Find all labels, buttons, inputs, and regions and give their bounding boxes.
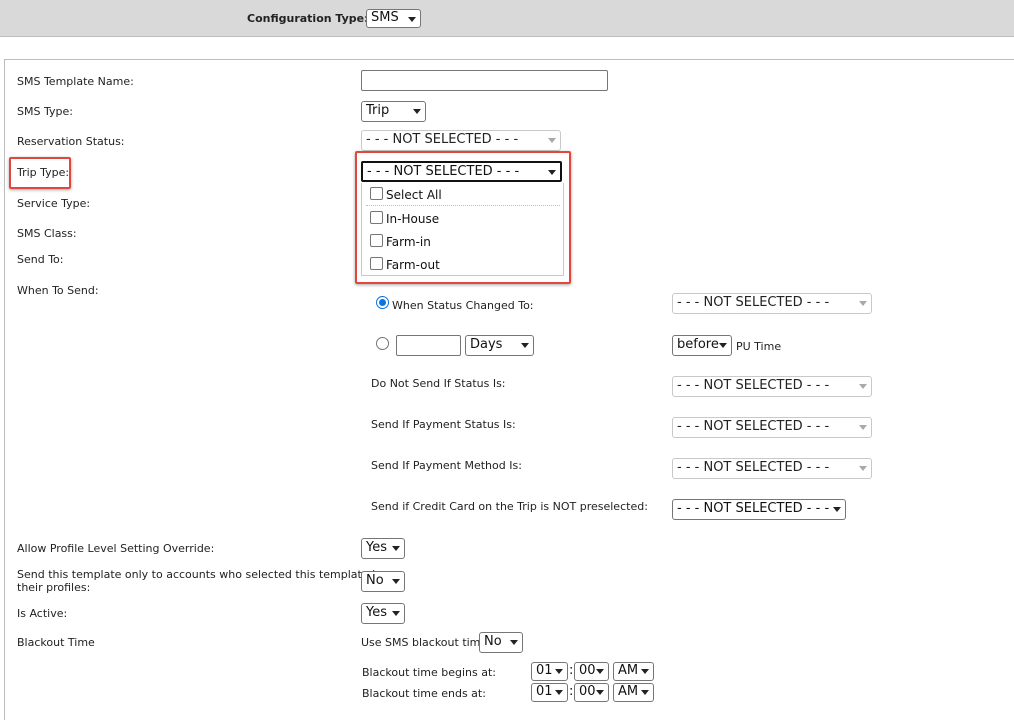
- days-unit-value: Days: [470, 337, 503, 352]
- payment-status-value: - - - NOT SELECTED - - -: [677, 419, 830, 434]
- is-active-label: Is Active:: [17, 607, 68, 620]
- do-not-send-value: - - - NOT SELECTED - - -: [677, 378, 830, 393]
- chevron-down-icon: [548, 138, 556, 143]
- chevron-down-icon: [392, 546, 400, 551]
- chevron-down-icon: [641, 669, 649, 674]
- send-only-label-line2: their profiles:: [17, 581, 91, 594]
- begins-hour-value: 01: [536, 663, 553, 678]
- chevron-down-icon: [859, 425, 867, 430]
- chevron-down-icon: [408, 17, 416, 22]
- payment-status-select[interactable]: - - - NOT SELECTED - - -: [672, 417, 872, 438]
- allow-override-select[interactable]: Yes: [361, 538, 405, 559]
- ends-hour-value: 01: [536, 684, 553, 699]
- reservation-status-select[interactable]: - - - NOT SELECTED - - -: [361, 130, 561, 151]
- chevron-down-icon: [555, 690, 563, 695]
- credit-card-select[interactable]: - - - NOT SELECTED - - -: [672, 499, 846, 520]
- credit-card-value: - - - NOT SELECTED - - -: [677, 501, 830, 516]
- payment-status-label: Send If Payment Status Is:: [371, 418, 516, 431]
- days-unit-select[interactable]: Days: [465, 335, 534, 356]
- when-to-send-label: When To Send:: [17, 284, 99, 297]
- chevron-down-icon: [521, 343, 529, 348]
- ends-minute-value: 00: [579, 684, 596, 699]
- begins-minute-select[interactable]: 00: [574, 662, 609, 681]
- chevron-down-icon: [510, 640, 518, 645]
- status-changed-value: - - - NOT SELECTED - - -: [677, 295, 830, 310]
- chevron-down-icon: [413, 109, 421, 114]
- configuration-type-select[interactable]: SMS: [366, 9, 421, 28]
- chevron-down-icon: [392, 579, 400, 584]
- sms-type-select[interactable]: Trip: [361, 101, 426, 122]
- reservation-status-value: - - - NOT SELECTED - - -: [366, 132, 519, 147]
- send-only-label-line1: Send this template only to accounts who …: [17, 568, 383, 581]
- chevron-down-icon: [859, 301, 867, 306]
- payment-method-value: - - - NOT SELECTED - - -: [677, 460, 830, 475]
- credit-card-label: Send if Credit Card on the Trip is NOT p…: [371, 500, 648, 513]
- ends-minute-select[interactable]: 00: [574, 683, 609, 702]
- service-type-label: Service Type:: [17, 197, 91, 210]
- ends-ampm-select[interactable]: AM: [613, 683, 654, 702]
- do-not-send-label: Do Not Send If Status Is:: [371, 377, 506, 390]
- header-bar: Configuration Type: SMS: [0, 0, 1014, 37]
- allow-override-label: Allow Profile Level Setting Override:: [17, 542, 215, 555]
- ends-ampm-value: AM: [618, 684, 639, 699]
- configuration-type-label: Configuration Type:: [247, 12, 369, 25]
- status-changed-radio[interactable]: [376, 296, 389, 309]
- use-blackout-label: Use SMS blackout time:: [361, 636, 491, 649]
- use-blackout-value: No: [484, 634, 502, 649]
- chevron-down-icon: [596, 690, 604, 695]
- sms-type-value: Trip: [366, 103, 390, 118]
- chevron-down-icon: [641, 690, 649, 695]
- trip-type-dropdown-highlight: [355, 151, 571, 284]
- status-changed-label: When Status Changed To:: [392, 299, 534, 312]
- template-name-input[interactable]: [361, 70, 608, 91]
- begins-hour-select[interactable]: 01: [531, 662, 568, 681]
- chevron-down-icon: [859, 384, 867, 389]
- is-active-select[interactable]: Yes: [361, 603, 405, 624]
- chevron-down-icon: [596, 669, 604, 674]
- status-changed-select[interactable]: - - - NOT SELECTED - - -: [672, 293, 872, 314]
- chevron-down-icon: [859, 466, 867, 471]
- days-radio[interactable]: [376, 337, 389, 350]
- chevron-down-icon: [555, 669, 563, 674]
- chevron-down-icon: [833, 507, 841, 512]
- do-not-send-select[interactable]: - - - NOT SELECTED - - -: [672, 376, 872, 397]
- before-after-select[interactable]: before: [672, 335, 732, 356]
- use-blackout-select[interactable]: No: [479, 632, 523, 653]
- blackout-time-label: Blackout Time: [17, 636, 95, 649]
- sms-type-label: SMS Type:: [17, 105, 73, 118]
- pu-time-label: PU Time: [736, 340, 782, 353]
- send-only-value: No: [366, 573, 384, 588]
- configuration-type-value: SMS: [371, 10, 399, 25]
- time-separator: :: [569, 684, 574, 699]
- reservation-status-label: Reservation Status:: [17, 135, 125, 148]
- days-input[interactable]: [396, 335, 461, 356]
- template-name-label: SMS Template Name:: [17, 75, 134, 88]
- allow-override-value: Yes: [366, 540, 387, 555]
- before-after-value: before: [677, 337, 719, 352]
- begins-ampm-value: AM: [618, 663, 639, 678]
- blackout-begins-label: Blackout time begins at:: [362, 666, 496, 679]
- is-active-value: Yes: [366, 605, 387, 620]
- time-separator: :: [569, 663, 574, 678]
- ends-hour-select[interactable]: 01: [531, 683, 568, 702]
- chevron-down-icon: [719, 343, 727, 348]
- chevron-down-icon: [392, 611, 400, 616]
- begins-minute-value: 00: [579, 663, 596, 678]
- trip-type-label-highlight: [9, 157, 71, 189]
- send-only-select[interactable]: No: [361, 571, 405, 592]
- begins-ampm-select[interactable]: AM: [613, 662, 654, 681]
- payment-method-label: Send If Payment Method Is:: [371, 459, 522, 472]
- payment-method-select[interactable]: - - - NOT SELECTED - - -: [672, 458, 872, 479]
- send-to-label: Send To:: [17, 253, 64, 266]
- blackout-ends-label: Blackout time ends at:: [362, 687, 486, 700]
- sms-class-label: SMS Class:: [17, 227, 77, 240]
